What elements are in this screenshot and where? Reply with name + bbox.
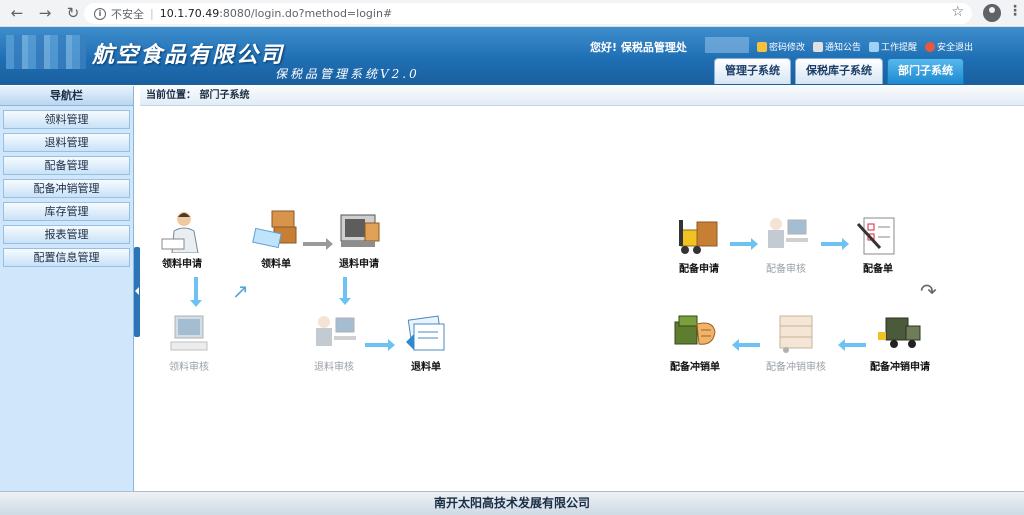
work-reminder-link[interactable]: 工作提醒 — [869, 40, 917, 53]
arrow-down — [339, 277, 351, 305]
url-host: 10.1.70.49 — [159, 7, 220, 20]
node-equipment-apply[interactable]: 配备申请 — [675, 214, 723, 275]
node-label: 领料申请 — [162, 259, 202, 270]
node-label: 配备冲销审核 — [766, 362, 826, 373]
person-at-computer-icon — [310, 312, 358, 356]
arrow-down — [190, 277, 202, 307]
delivery-truck-icon — [876, 312, 924, 356]
footer: 南开太阳高技术发展有限公司 — [0, 491, 1024, 515]
sidebar-item-material-requisition[interactable]: 领料管理 — [3, 110, 130, 129]
sidebar-item-equipment[interactable]: 配备管理 — [3, 156, 130, 175]
breadcrumb: 当前位置： 部门子系统 — [140, 86, 1024, 106]
tab-management[interactable]: 管理子系统 — [714, 58, 791, 84]
change-password-link[interactable]: 密码修改 — [757, 40, 805, 53]
link-label: 密码修改 — [769, 43, 806, 53]
boxes-stack-icon — [772, 312, 820, 356]
sidebar-item-equipment-writeoff[interactable]: 配备冲销管理 — [3, 179, 130, 198]
node-label: 配备冲销单 — [670, 362, 720, 373]
sidebar-title: 导航栏 — [0, 86, 133, 106]
arrow-left — [732, 339, 760, 351]
info-icon[interactable]: i — [94, 7, 106, 20]
node-label: 领料单 — [261, 259, 291, 270]
system-name: 保税品管理系统V2.0 — [275, 67, 420, 81]
link-label: 工作提醒 — [881, 43, 918, 53]
sidebar: 导航栏 领料管理 退料管理 配备管理 配备冲销管理 库存管理 报表管理 配置信息… — [0, 86, 134, 491]
arrow-right — [303, 238, 333, 250]
workflow-canvas: 领料申请 领料审核 ↗ 领料单 退料申请 退料审核 退料单 配备申请 配备审核 … — [140, 107, 1024, 491]
logout-link[interactable]: 安全退出 — [925, 40, 973, 53]
key-icon — [757, 41, 767, 52]
browser-menu-icon[interactable]: ⋮ — [1008, 3, 1022, 19]
person-at-computer-icon — [762, 214, 810, 258]
user-greeting: 您好! 保税品管理处 — [590, 41, 687, 54]
arrow-right — [730, 238, 758, 250]
curved-arrow-icon: ↷ — [920, 279, 937, 303]
node-return-form[interactable]: 退料单 — [402, 312, 450, 373]
browser-toolbar: ← → ↻ i 不安全 | 10.1.70.49 :8080/login.do?… — [0, 0, 1024, 27]
monitor-icon — [869, 41, 880, 52]
url-path: :8080/login.do?method=login# — [219, 7, 393, 20]
sidebar-item-material-return[interactable]: 退料管理 — [3, 133, 130, 152]
forward-icon[interactable]: → — [34, 2, 56, 24]
exit-icon — [925, 41, 936, 52]
node-equipment-review[interactable]: 配备审核 — [762, 214, 810, 275]
link-label: 安全退出 — [937, 43, 974, 53]
forklift-icon — [675, 214, 723, 258]
node-label: 配备审核 — [766, 264, 806, 275]
notice-link[interactable]: 通知公告 — [813, 40, 861, 53]
node-writeoff-form[interactable]: 配备冲销单 — [670, 312, 720, 373]
company-name: 航空食品有限公司 — [92, 42, 285, 68]
node-label: 配备申请 — [679, 264, 719, 275]
tab-bonded-warehouse[interactable]: 保税库子系统 — [795, 58, 883, 84]
node-label: 退料申请 — [339, 259, 379, 270]
node-label: 领料审核 — [169, 362, 209, 373]
bookmark-star-icon[interactable]: ☆ — [951, 4, 964, 20]
node-label: 配备冲销申请 — [870, 362, 930, 373]
speaker-icon — [813, 41, 824, 52]
arrow-left — [838, 339, 866, 351]
link-label: 通知公告 — [825, 43, 862, 53]
arrow-right — [365, 339, 395, 351]
tab-department[interactable]: 部门子系统 — [887, 58, 964, 84]
node-writeoff-review[interactable]: 配备冲销审核 — [766, 312, 826, 373]
printer-icon — [335, 209, 383, 253]
reload-icon[interactable]: ↻ — [62, 2, 84, 24]
sidebar-item-inventory[interactable]: 库存管理 — [3, 202, 130, 221]
profile-icon[interactable] — [983, 4, 1001, 22]
node-label: 退料单 — [411, 362, 441, 373]
company-logo — [6, 35, 86, 69]
header-links: 密码修改 通知公告 工作提醒 安全退出 — [757, 40, 973, 53]
node-writeoff-apply[interactable]: 配备冲销申请 — [870, 312, 930, 373]
sidebar-item-config[interactable]: 配置信息管理 — [3, 248, 130, 267]
boxes-and-scroll-icon — [671, 312, 719, 356]
security-label: 不安全 — [111, 7, 144, 21]
node-label: 配备单 — [863, 264, 893, 275]
clerk-writing-icon — [158, 209, 206, 254]
address-bar[interactable]: i 不安全 | 10.1.70.49 :8080/login.do?method… — [84, 3, 972, 24]
boxes-and-form-icon — [252, 209, 300, 253]
subsystem-tabs: 管理子系统 保税库子系统 部门子系统 — [714, 58, 964, 84]
sidebar-item-reports[interactable]: 报表管理 — [3, 225, 130, 244]
address-separator: | — [150, 7, 154, 20]
computer-icon — [165, 312, 213, 356]
arrow-right — [821, 238, 849, 250]
back-icon[interactable]: ← — [6, 2, 28, 24]
node-label: 退料审核 — [314, 362, 354, 373]
node-material-form[interactable]: 领料单 — [252, 209, 300, 270]
checklist-pen-icon — [854, 214, 902, 258]
user-name-redacted — [705, 37, 749, 53]
curved-arrow-icon: ↗ — [232, 279, 249, 303]
node-material-apply[interactable]: 领料申请 — [158, 209, 206, 270]
node-return-apply[interactable]: 退料申请 — [335, 209, 383, 270]
node-equipment-form[interactable]: 配备单 — [854, 214, 902, 275]
node-return-review[interactable]: 退料审核 — [310, 312, 358, 373]
documents-icon — [402, 312, 450, 356]
node-material-review[interactable]: 领料审核 — [165, 312, 213, 373]
